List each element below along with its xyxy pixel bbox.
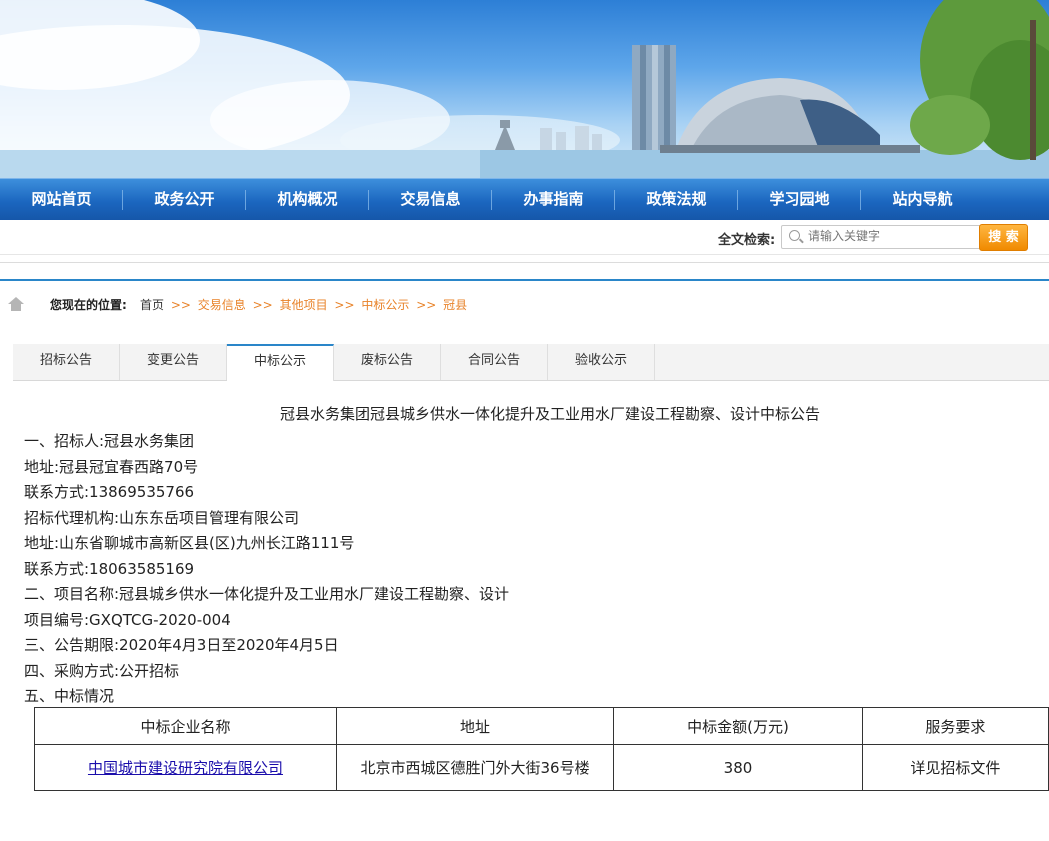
article-line: 五、中标情况: [24, 687, 115, 705]
header-amount: 中标金额(万元): [613, 707, 863, 745]
notice-tabs: 招标公告 变更公告 中标公示 废标公告 合同公告 验收公示: [13, 344, 1049, 381]
article-line: 地址:冠县冠宜春西路70号: [24, 457, 199, 476]
search-label: 全文检索:: [718, 233, 776, 248]
tab-change-notice[interactable]: 变更公告: [120, 344, 227, 380]
header-company: 中标企业名称: [34, 707, 337, 745]
article-line: 联系方式:13869535766: [24, 483, 195, 501]
breadcrumb: 您现在的位置: 首页 >> 交易信息 >> 其他项目 >> 中标公示 >> 冠县: [0, 287, 1049, 323]
winning-company-link[interactable]: 中国城市建设研究院有限公司: [88, 759, 283, 777]
nav-home[interactable]: 网站首页: [0, 179, 123, 221]
breadcrumb-separator: >>: [170, 298, 191, 312]
breadcrumb-label: 您现在的位置:: [50, 298, 127, 312]
article-title: 冠县水务集团冠县城乡供水一体化提升及工业用水厂建设工程勘察、设计中标公告: [279, 405, 820, 423]
breadcrumb-separator: >>: [416, 298, 437, 312]
nav-learning[interactable]: 学习园地: [738, 179, 861, 221]
header-service: 服务要求: [861, 707, 1049, 745]
breadcrumb-award-notice[interactable]: 中标公示: [361, 298, 409, 312]
nav-trading-info[interactable]: 交易信息: [369, 179, 492, 221]
tab-acceptance-notice[interactable]: 验收公示: [548, 344, 655, 380]
search-icon: [789, 230, 800, 241]
nav-guide[interactable]: 办事指南: [492, 179, 615, 221]
breadcrumb-trail: 首页 >> 交易信息 >> 其他项目 >> 中标公示 >> 冠县: [140, 296, 467, 313]
search-box[interactable]: [781, 225, 981, 249]
search-button[interactable]: 搜 索: [979, 224, 1028, 251]
banner-cityscape-image: [0, 0, 1049, 178]
header-banner: [0, 0, 1049, 178]
cell-address: 北京市西城区德胜门外大街36号楼: [335, 744, 615, 791]
tab-award-notice[interactable]: 中标公示: [227, 344, 334, 381]
nav-sitemap[interactable]: 站内导航: [861, 179, 984, 221]
breadcrumb-trading-info[interactable]: 交易信息: [198, 298, 246, 312]
divider-blue: [0, 279, 1049, 281]
breadcrumb-separator: >>: [334, 298, 355, 312]
divider: [0, 262, 1049, 263]
header-address: 地址: [335, 707, 615, 745]
article-line: 二、项目名称:冠县城乡供水一体化提升及工业用水厂建设工程勘察、设计: [24, 585, 510, 603]
cell-company: 中国城市建设研究院有限公司: [34, 744, 337, 791]
tab-tender-notice[interactable]: 招标公告: [13, 344, 120, 380]
article-line: 三、公告期限:2020年4月3日至2020年4月5日: [24, 636, 339, 654]
search-bar: 全文检索: 搜 索: [0, 220, 1049, 255]
main-nav: 网站首页 政务公开 机构概况 交易信息 办事指南 政策法规 学习园地 站内导航: [0, 178, 1049, 221]
article-body: 一、招标人:冠县水务集团 地址:冠县冠宜春西路70号 联系方式:13869535…: [24, 429, 509, 710]
tab-cancel-notice[interactable]: 废标公告: [334, 344, 441, 380]
breadcrumb-other-projects[interactable]: 其他项目: [280, 298, 328, 312]
breadcrumb-home[interactable]: 首页: [140, 298, 164, 312]
table-row: 中国城市建设研究院有限公司 北京市西城区德胜门外大街36号楼 380 详见招标文…: [34, 744, 1049, 791]
award-result-table: 中标企业名称 地址 中标金额(万元) 服务要求 中国城市建设研究院有限公司 北京…: [34, 707, 1049, 791]
article-line: 四、采购方式:公开招标: [24, 661, 180, 680]
article-line: 项目编号:GXQTCG-2020-004: [24, 610, 231, 629]
article-line: 地址:山东省聊城市高新区县(区)九州长江路111号: [24, 534, 355, 552]
cell-amount: 380: [613, 744, 863, 791]
article-line: 联系方式:18063585169: [24, 559, 195, 578]
article-line: 招标代理机构:山东东岳项目管理有限公司: [24, 508, 300, 527]
breadcrumb-separator: >>: [252, 298, 273, 312]
table-header-row: 中标企业名称 地址 中标金额(万元) 服务要求: [34, 707, 1049, 745]
nav-government-affairs[interactable]: 政务公开: [123, 179, 246, 221]
cell-service: 详见招标文件: [861, 744, 1049, 791]
search-input[interactable]: [808, 227, 973, 245]
breadcrumb-guanxian[interactable]: 冠县: [443, 298, 467, 312]
nav-policies[interactable]: 政策法规: [615, 179, 738, 221]
article-line: 一、招标人:冠县水务集团: [24, 432, 195, 450]
home-icon: [8, 297, 24, 311]
nav-organization[interactable]: 机构概况: [246, 179, 369, 221]
tab-contract-notice[interactable]: 合同公告: [441, 344, 548, 380]
